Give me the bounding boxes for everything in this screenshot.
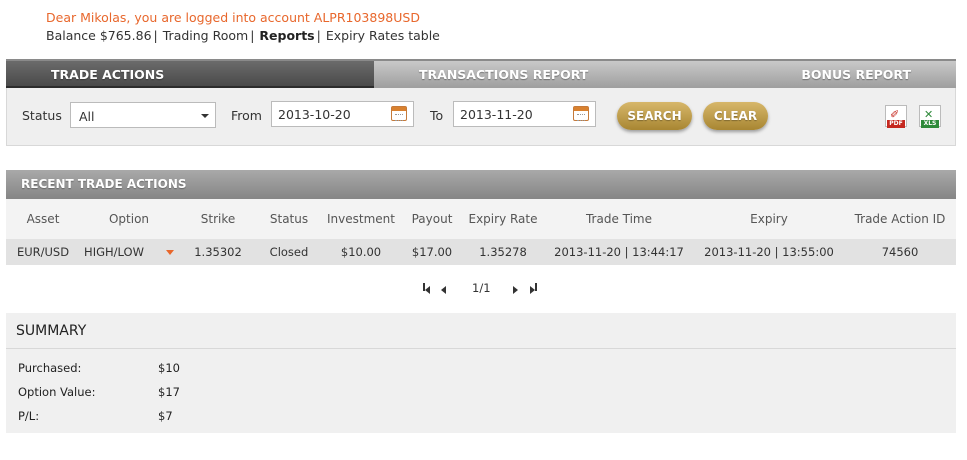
option-value-value: $17 [158,385,180,399]
summary-title: SUMMARY [6,313,956,349]
nav-separator: | [316,28,321,43]
table-header-row: Asset Option Strike Status Investment Pa… [6,199,956,239]
from-date-input[interactable]: 2013-10-20 [271,101,414,127]
pdf-icon[interactable]: ✐ PDF [885,105,907,128]
trading-room-link[interactable]: Trading Room [163,28,248,43]
excel-icon[interactable]: ✕ XLS [919,105,941,128]
col-expiry-rate: Expiry Rate [462,199,544,239]
to-label: To [430,108,444,123]
calendar-icon[interactable] [391,106,407,121]
trade-actions-table: Asset Option Strike Status Investment Pa… [6,199,956,265]
col-trade-time: Trade Time [544,199,694,239]
table-row[interactable]: EUR/USD HIGH/LOW 1.35302 Closed $10.00 $… [6,239,956,265]
col-status: Status [258,199,320,239]
nav-separator: | [250,28,255,43]
reports-link[interactable]: Reports [259,28,314,43]
cell-asset: EUR/USD [6,239,80,265]
pl-value: $7 [158,409,173,423]
col-payout: Payout [402,199,462,239]
first-page-icon[interactable] [423,283,433,294]
to-date-value: 2013-11-20 [460,107,533,122]
cell-option-text: HIGH/LOW [84,245,144,259]
tab-bonus-report[interactable]: BONUS REPORT [674,61,956,88]
cell-option[interactable]: HIGH/LOW [80,239,178,265]
purchased-value: $10 [158,361,180,375]
nav-separator: | [153,28,158,43]
summary-panel: SUMMARY Purchased: $10 Option Value: $17… [6,313,956,433]
cell-payout: $17.00 [402,239,462,265]
from-date-value: 2013-10-20 [278,107,351,122]
pl-label: P/L: [18,409,40,423]
last-page-icon[interactable] [530,283,540,294]
cell-trade-action-id: 74560 [844,239,956,265]
col-strike: Strike [178,199,258,239]
search-button[interactable]: SEARCH [617,102,692,130]
option-value-label: Option Value: [18,385,96,399]
tab-trade-actions[interactable]: TRADE ACTIONS [6,61,374,90]
cell-expiry-rate: 1.35278 [462,239,544,265]
to-date-input[interactable]: 2013-11-20 [453,101,596,127]
prev-page-icon[interactable] [441,283,451,294]
recent-trade-actions-heading: RECENT TRADE ACTIONS [6,170,956,199]
tab-transactions-report[interactable]: TRANSACTIONS REPORT [374,61,674,88]
report-tabs: TRADE ACTIONS TRANSACTIONS REPORT BONUS … [6,59,956,90]
balance-text: Balance $765.86 [46,28,152,43]
cell-strike: 1.35302 [178,239,258,265]
cell-investment: $10.00 [320,239,402,265]
col-asset: Asset [6,199,80,239]
purchased-label: Purchased: [18,361,82,375]
col-investment: Investment [320,199,402,239]
chevron-down-icon[interactable] [165,250,174,255]
col-expiry: Expiry [694,199,844,239]
status-select-value: All [79,109,95,124]
col-option: Option [80,199,178,239]
next-page-icon[interactable] [513,283,523,294]
greeting-text: Dear Mikolas, you are logged into accoun… [46,10,420,25]
status-label: Status [22,108,62,123]
cell-trade-time: 2013-11-20 | 13:44:17 [544,239,694,265]
dropdown-caret-icon [201,114,209,118]
cell-expiry: 2013-11-20 | 13:55:00 [694,239,844,265]
clear-button[interactable]: CLEAR [703,102,768,130]
filter-bar: Status All From 2013-10-20 To 2013-11-20… [6,88,956,146]
status-select[interactable]: All [70,102,216,128]
excel-icon-tag: XLS [921,120,939,128]
calendar-icon[interactable] [573,106,589,121]
expiry-rates-link[interactable]: Expiry Rates table [326,28,440,43]
account-nav: Balance $765.86 | Trading Room | Reports | Exp… [46,28,440,43]
cell-status: Closed [258,239,320,265]
summary-pl: P/L: $7 [18,409,173,423]
summary-option-value: Option Value: $17 [18,385,180,399]
from-label: From [231,108,262,123]
page-indicator: 1/1 [472,281,491,295]
pdf-icon-tag: PDF [887,120,905,128]
col-trade-action-id: Trade Action ID [844,199,956,239]
summary-purchased: Purchased: $10 [18,361,180,375]
